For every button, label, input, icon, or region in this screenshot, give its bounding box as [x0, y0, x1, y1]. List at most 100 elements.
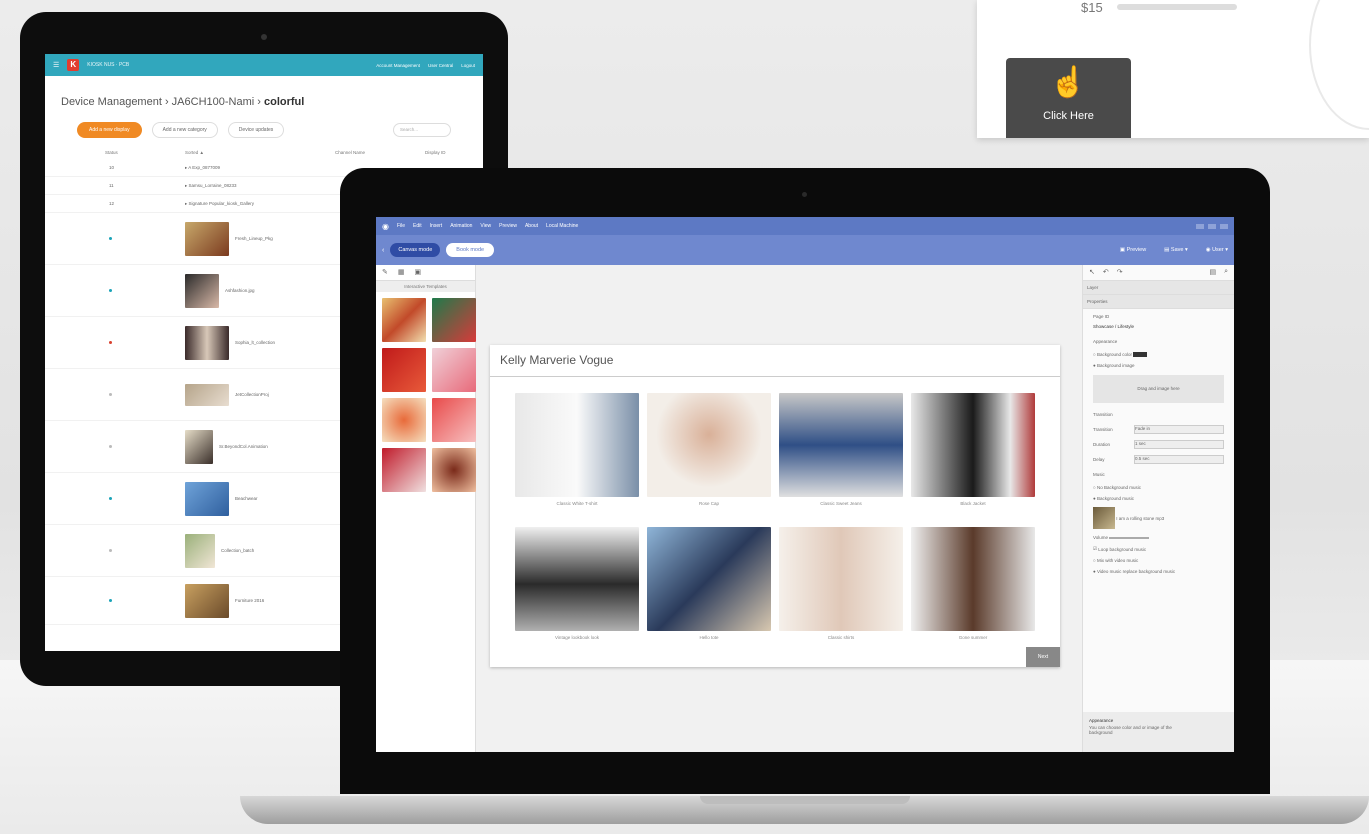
section-properties[interactable]: Properties — [1083, 295, 1234, 309]
product-caption: Classic Sweet Jeans — [820, 501, 862, 506]
breadcrumb-device[interactable]: JA6CH100-Nami — [172, 96, 255, 108]
product-caption: Classic shirts — [827, 635, 855, 640]
loop-option[interactable]: ☑ Loop background music — [1083, 543, 1234, 555]
header-link-account[interactable]: Account Management — [376, 63, 420, 68]
header-link-logout[interactable]: Logout — [461, 63, 475, 68]
page-id-value[interactable]: Showcase / Lifestyle — [1083, 324, 1234, 334]
volume-slider[interactable] — [1109, 536, 1150, 539]
header-link-user[interactable]: User Central — [428, 63, 453, 68]
col-name[interactable]: Sorted ▲ — [185, 150, 335, 155]
col-display-id[interactable]: Display ID — [425, 150, 446, 155]
status-dot — [109, 599, 112, 602]
menu-local-machine[interactable]: Local Machine — [546, 223, 578, 229]
zoom-icon[interactable]: ⌕ — [1224, 268, 1228, 277]
row-name: Collection_batch — [221, 547, 255, 553]
template-icon[interactable]: ▣ — [415, 268, 422, 277]
tablet-header-bar: ☰ K KIOSK NUS · PCB Account Management U… — [45, 54, 483, 76]
status-dot — [109, 549, 112, 552]
mix-option[interactable]: ○ Mix with video music — [1083, 555, 1234, 566]
bg-music-label: Background music — [1096, 496, 1134, 501]
device-updates-button[interactable]: Device updates — [227, 122, 285, 138]
status-dot — [109, 497, 112, 500]
gallery-item[interactable]: Classic shirts — [779, 527, 903, 653]
template-panel-title: Interactive Templates — [376, 281, 475, 292]
col-status[interactable]: Status — [105, 150, 185, 155]
pencil-icon[interactable]: ✎ — [382, 268, 388, 277]
product-caption: Classic White T-shirt — [556, 501, 598, 506]
add-category-button[interactable]: Add a new category — [151, 122, 218, 138]
add-display-button[interactable]: Add a new display — [77, 122, 142, 138]
user-label: User — [1212, 247, 1224, 253]
menu-file[interactable]: File — [397, 223, 405, 229]
save-button[interactable]: ▤ Save ▾ — [1164, 247, 1188, 253]
breadcrumb-current: colorful — [263, 96, 305, 108]
gallery-item[interactable]: Gone summer — [911, 527, 1035, 653]
grid-icon[interactable]: ▦ — [398, 268, 405, 277]
template-thumb[interactable] — [432, 298, 476, 342]
template-thumb[interactable] — [432, 348, 476, 392]
template-thumb[interactable] — [432, 448, 476, 492]
undo-icon[interactable]: ↶ — [1103, 268, 1109, 277]
minimize-icon[interactable] — [1196, 223, 1204, 229]
canvas-mode-toggle[interactable]: Canvas mode — [390, 243, 441, 257]
laptop-screen: ◉ File Edit Insert Animation View Previe… — [376, 217, 1234, 752]
row-id: 11 — [109, 183, 114, 188]
menu-icon[interactable]: ☰ — [53, 61, 59, 69]
canvas-title[interactable]: Kelly Marverie Vogue — [490, 345, 1060, 377]
image-drop-zone[interactable]: Drag and image here — [1093, 375, 1224, 403]
status-dot — [109, 445, 112, 448]
music-file[interactable]: I am a rolling stone mp3 — [1083, 504, 1234, 532]
template-thumb[interactable] — [382, 448, 426, 492]
back-icon[interactable]: ‹ — [382, 247, 384, 254]
section-layer[interactable]: Layer — [1083, 281, 1234, 295]
gallery-item[interactable]: Classic Sweet Jeans — [779, 393, 903, 519]
template-thumb[interactable] — [382, 398, 426, 442]
template-thumb[interactable] — [382, 298, 426, 342]
preview-button[interactable]: ▣ Preview — [1120, 247, 1146, 253]
row-name: Beachwear — [235, 495, 258, 501]
duration-select[interactable]: 1 sec — [1134, 440, 1224, 449]
kiosk-preview-card: $15 ☝ Click Here — [977, 0, 1369, 138]
pointer-hand-icon: ☝ — [1049, 66, 1088, 99]
gallery-item[interactable]: Rose Cap — [647, 393, 771, 519]
transition-select[interactable]: Fade in — [1134, 425, 1224, 434]
col-channel[interactable]: Channel Name — [335, 150, 425, 155]
bg-color-option[interactable]: ○ Background color — [1083, 349, 1234, 360]
product-caption: Black Jacket — [960, 501, 986, 506]
bg-music-option[interactable]: ● Background music — [1083, 493, 1234, 504]
menu-view[interactable]: View — [480, 223, 491, 229]
decorative-circle — [1309, 0, 1369, 130]
gallery-item[interactable]: Vintage lookbook look — [515, 527, 639, 653]
menu-edit[interactable]: Edit — [413, 223, 422, 229]
gallery-item[interactable]: Hello tote — [647, 527, 771, 653]
user-menu[interactable]: ◉ User ▾ — [1206, 247, 1228, 253]
design-canvas[interactable]: Kelly Marverie Vogue Classic White T-shi… — [490, 345, 1060, 667]
search-input[interactable]: Search... — [393, 123, 451, 137]
menu-about[interactable]: About — [525, 223, 538, 229]
no-music-option[interactable]: ○ No Background music — [1083, 482, 1234, 493]
click-here-button[interactable]: ☝ Click Here — [1006, 58, 1131, 138]
book-mode-toggle[interactable]: Book mode — [446, 243, 495, 257]
next-button[interactable]: Next — [1026, 647, 1060, 667]
row-name: Ashfashion.jpg — [225, 287, 255, 293]
cursor-icon[interactable]: ↖ — [1089, 268, 1095, 277]
template-thumb[interactable] — [432, 398, 476, 442]
breadcrumb-device-management[interactable]: Device Management — [61, 96, 162, 108]
gallery-item[interactable]: Black Jacket — [911, 393, 1035, 519]
gallery-item[interactable]: Classic White T-shirt — [515, 393, 639, 519]
close-icon[interactable] — [1220, 223, 1228, 229]
bg-image-option[interactable]: ● Background image — [1083, 360, 1234, 371]
redo-icon[interactable]: ↷ — [1117, 268, 1123, 277]
product-photo — [515, 527, 639, 631]
menu-insert[interactable]: Insert — [430, 223, 443, 229]
color-swatch[interactable] — [1133, 352, 1148, 357]
delay-select[interactable]: 0.5 sec — [1134, 455, 1224, 464]
menu-animation[interactable]: Animation — [450, 223, 472, 229]
replace-option[interactable]: ● Video music replace background music — [1083, 566, 1234, 577]
menu-preview[interactable]: Preview — [499, 223, 517, 229]
save-icon[interactable]: ▤ — [1209, 268, 1216, 277]
thumbnail — [185, 583, 229, 618]
maximize-icon[interactable] — [1208, 223, 1216, 229]
template-thumb[interactable] — [382, 348, 426, 392]
template-panel: ✎ ▦ ▣ Interactive Templates — [376, 265, 476, 752]
